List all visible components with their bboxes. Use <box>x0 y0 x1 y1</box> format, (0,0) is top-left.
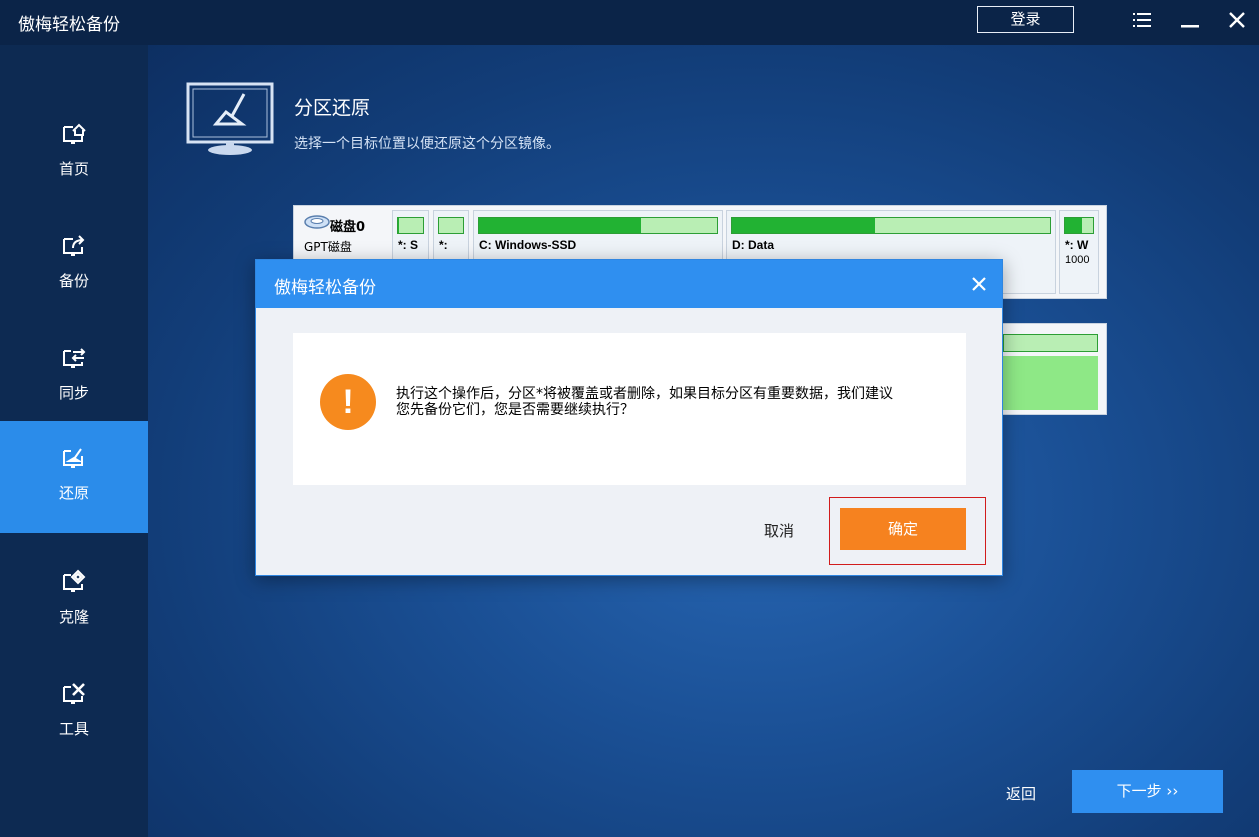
sidebar-item-backup[interactable]: 备份 <box>0 209 148 321</box>
partition-usage-bar <box>397 217 424 234</box>
partition-label: *: S <box>398 238 419 252</box>
sidebar-item-label: 首页 <box>58 160 89 178</box>
sidebar-item-sync[interactable]: 同步 <box>0 321 148 433</box>
dialog-message: 执行这个操作后，分区*将被覆盖或者删除，如果目标分区有重要数据，我们建议 您先备… <box>396 386 941 418</box>
partition-block[interactable]: *: W 1000 <box>1059 210 1099 294</box>
dialog-title: 傲梅轻松备份 <box>274 278 376 298</box>
sidebar-item-label: 克隆 <box>58 608 89 626</box>
sidebar-item-label: 还原 <box>58 484 89 502</box>
ok-button[interactable]: 确定 <box>840 508 966 550</box>
login-button[interactable]: 登录 <box>977 6 1074 33</box>
next-button[interactable]: 下一步 ›› <box>1072 770 1223 813</box>
title-bar: 傲梅轻松备份 登录 <box>0 0 1259 45</box>
partition-usage-bar <box>438 217 464 234</box>
close-icon[interactable] <box>1225 8 1249 32</box>
menu-icon[interactable] <box>1130 8 1154 32</box>
partition-label: C: Windows-SSD <box>479 238 577 252</box>
sidebar-item-restore[interactable]: 还原 <box>0 421 148 533</box>
sidebar-item-clone[interactable]: 克隆 <box>0 545 148 657</box>
page-title: 分区还原 <box>294 97 371 119</box>
sidebar-item-label: 同步 <box>58 384 89 402</box>
partition-usage-bar <box>1003 334 1098 352</box>
disk-icon <box>304 215 330 229</box>
minimize-icon[interactable] <box>1178 8 1202 32</box>
backup-icon <box>63 235 85 256</box>
partition-usage-bar <box>731 217 1051 234</box>
disk-name: 磁盘0 <box>330 220 366 235</box>
sidebar: 首页 备份 同步 还原 克隆 工具 <box>0 45 148 837</box>
back-button[interactable]: 返回 <box>1006 783 1036 804</box>
close-icon[interactable] <box>968 273 990 295</box>
home-icon <box>63 123 86 144</box>
dialog-message-line: 您先备份它们，您是否需要继续执行？ <box>396 402 634 418</box>
tools-icon <box>63 683 85 704</box>
partition-usage-bar <box>478 217 718 234</box>
page-subtitle: 选择一个目标位置以便还原这个分区镜像。 <box>294 136 560 152</box>
clone-icon <box>63 569 86 592</box>
dialog-message-line: 执行这个操作后，分区*将被覆盖或者删除，如果目标分区有重要数据，我们建议 <box>396 386 893 402</box>
partition-label: *: W <box>1065 238 1089 252</box>
warning-icon: ! <box>320 374 376 430</box>
partition-usage-bar <box>1064 217 1094 234</box>
disk-type: GPT磁盘 <box>304 240 352 254</box>
app-title: 傲梅轻松备份 <box>18 15 120 35</box>
restore-icon <box>63 448 83 468</box>
sidebar-item-label: 备份 <box>58 272 89 290</box>
dialog-body: ! 执行这个操作后，分区*将被覆盖或者删除，如果目标分区有重要数据，我们建议 您… <box>293 333 966 485</box>
sidebar-item-tools[interactable]: 工具 <box>0 657 148 769</box>
dialog-header: 傲梅轻松备份 <box>256 260 1002 308</box>
disk-map-secondary <box>998 323 1107 415</box>
partition-restore-icon <box>186 82 274 155</box>
sidebar-item-home[interactable]: 首页 <box>0 97 148 209</box>
partition-label: D: Data <box>732 238 775 252</box>
sync-icon <box>63 348 86 368</box>
confirm-dialog: 傲梅轻松备份 ! 执行这个操作后，分区*将被覆盖或者删除，如果目标分区有重要数据… <box>255 259 1003 576</box>
cancel-button[interactable]: 取消 <box>764 520 794 541</box>
sidebar-item-label: 工具 <box>58 720 89 738</box>
partition-size: 1000 <box>1065 254 1090 266</box>
partition-block[interactable] <box>1003 356 1098 410</box>
partition-label: *: <box>439 238 448 252</box>
